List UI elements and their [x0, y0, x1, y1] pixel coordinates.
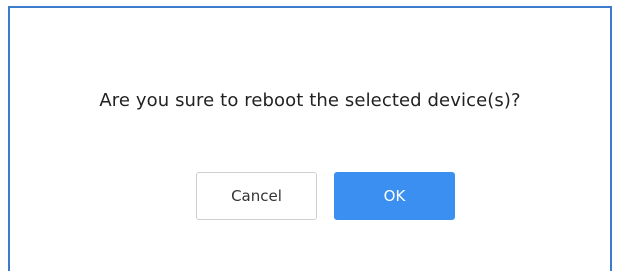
reboot-confirm-dialog: Are you sure to reboot the selected devi… [8, 6, 612, 271]
dialog-button-row: Cancel OK [10, 172, 610, 220]
ok-button[interactable]: OK [334, 172, 455, 220]
dialog-message: Are you sure to reboot the selected devi… [99, 90, 521, 111]
cancel-button[interactable]: Cancel [196, 172, 317, 220]
